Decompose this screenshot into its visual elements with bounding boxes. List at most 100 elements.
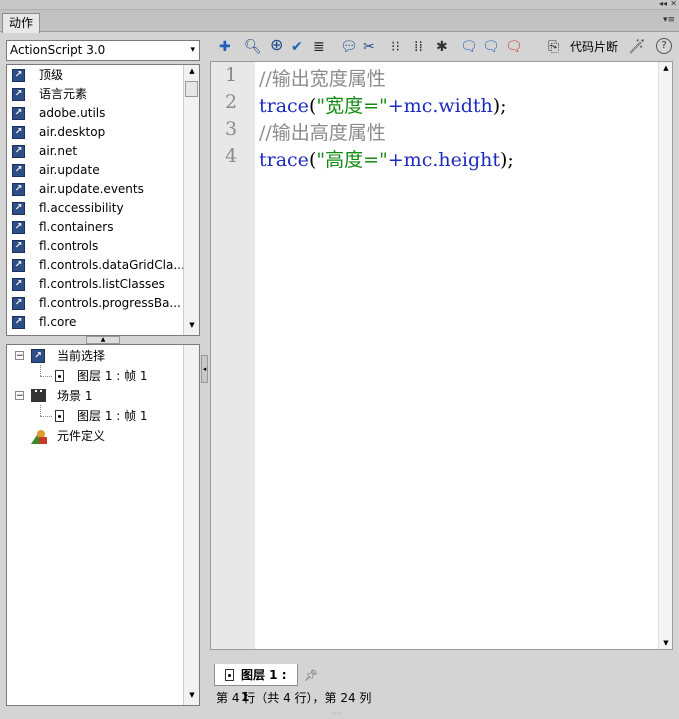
- code-line[interactable]: //输出高度属性: [259, 118, 386, 145]
- navigator-scrollbar[interactable]: ▼: [183, 345, 199, 705]
- toolbox-item-label: fl.accessibility: [39, 201, 124, 215]
- toolbox-item[interactable]: ↗ air.update: [7, 161, 183, 180]
- line-number-gutter: 1 2 3 4: [211, 62, 255, 649]
- panel-menu-icon[interactable]: ▾≡: [663, 15, 675, 25]
- apply-block-comment-icon[interactable]: 🗨︎: [460, 39, 478, 55]
- toolbox-item[interactable]: ↗ fl.controls: [7, 237, 183, 256]
- tree-item-current-selection[interactable]: 当前选择: [57, 346, 105, 366]
- line-number: 4: [225, 145, 238, 167]
- scroll-up-arrow-icon[interactable]: ▲: [184, 67, 199, 79]
- code-token: //输出高度属性: [259, 122, 386, 144]
- editor-scrollbar[interactable]: ▲ ▼: [658, 62, 672, 649]
- frame-icon: [55, 370, 64, 382]
- toolbox-scrollbar[interactable]: ▲ ▼: [183, 65, 199, 335]
- add-item-icon[interactable]: ✚: [219, 39, 231, 55]
- tree-item-scene[interactable]: 场景 1: [57, 386, 92, 406]
- package-book-icon: ↗: [12, 69, 25, 82]
- toolbox-item[interactable]: ↗ fl.core: [7, 313, 183, 332]
- resize-grip[interactable]: ⋯⋯: [330, 711, 350, 717]
- tab-actions[interactable]: 动作: [2, 13, 40, 33]
- script-editor[interactable]: 1 2 3 4 //输出宽度属性 trace("宽度="+mc.width); //输出高…: [210, 61, 673, 650]
- script-tab-row: 图层 1 : 1 📌︎: [210, 650, 673, 704]
- tree-collapse-toggle[interactable]: −: [15, 351, 24, 361]
- toolbox-item-label: fl.controls: [39, 239, 99, 253]
- tree-item-scene-frame[interactable]: 图层 1 : 帧 1: [77, 406, 148, 426]
- auto-format-icon[interactable]: ≣: [313, 39, 325, 55]
- check-syntax-icon[interactable]: ✔: [291, 39, 303, 55]
- code-token: );: [492, 95, 507, 117]
- actions-toolbar: ✚ 🔍︎ ⊕ ✔ ≣ 💬︎ ✂ ⁝⁝ ⁞⁞ ✱ 🗨︎ 🗨︎ 🗨︎ ⎘ 代码片断 …: [208, 33, 679, 61]
- toolbox-item[interactable]: ↗ fl.accessibility: [7, 199, 183, 218]
- code-snippets-icon[interactable]: ⎘: [548, 39, 559, 55]
- code-line[interactable]: trace("宽度="+mc.width);: [259, 91, 507, 118]
- toolbox-item-label: air.net: [39, 144, 78, 158]
- debug-options-icon[interactable]: ✂: [363, 39, 375, 55]
- find-icon[interactable]: 🔍︎: [244, 39, 262, 55]
- toolbox-item[interactable]: ↗ air.desktop: [7, 123, 183, 142]
- script-assist-wand-icon[interactable]: 🪄︎: [628, 39, 646, 55]
- close-panel-icon[interactable]: ✕: [670, 0, 677, 8]
- toolbox-item[interactable]: ↗ fl.controls.dataGridCla...: [7, 256, 183, 275]
- scene-clapper-icon: [31, 389, 46, 402]
- toolbox-scroll-thumb[interactable]: [185, 81, 198, 97]
- apply-line-comment-icon[interactable]: 🗨︎: [482, 39, 500, 55]
- code-snippets-button[interactable]: 代码片断: [570, 39, 618, 55]
- package-book-icon: ↗: [12, 145, 25, 158]
- toolbox-item[interactable]: ↗ fl.containers: [7, 218, 183, 237]
- panel-title-bar: ◂◂ ✕: [0, 0, 679, 10]
- collapse-left-pane-icon[interactable]: ◂: [201, 355, 208, 383]
- scroll-up-arrow-icon[interactable]: ▲: [659, 64, 672, 72]
- toolbox-item-label: 顶级: [39, 68, 64, 82]
- expand-all-icon[interactable]: ✱: [436, 39, 448, 55]
- scroll-down-arrow-icon[interactable]: ▼: [184, 691, 199, 703]
- package-book-icon: ↗: [12, 164, 25, 177]
- package-book-icon: ↗: [12, 278, 25, 291]
- package-book-icon: ↗: [12, 126, 25, 139]
- code-token: //输出宽度属性: [259, 68, 386, 90]
- collapse-selection-icon[interactable]: ⁞⁞: [414, 39, 423, 55]
- tab-layer-1-frame-1[interactable]: 图层 1 : 1: [214, 664, 298, 704]
- frame-icon: [55, 410, 64, 422]
- toolbox-item[interactable]: ↗ fl.controls.progressBa...: [7, 294, 183, 313]
- toolbox-item[interactable]: ↗ air.net: [7, 142, 183, 161]
- tree-item-current-frame[interactable]: 图层 1 : 帧 1: [77, 366, 148, 386]
- code-token: "宽度=": [316, 95, 388, 117]
- line-number: 1: [225, 64, 238, 86]
- version-select-value: ActionScript 3.0: [10, 43, 106, 57]
- scroll-down-arrow-icon[interactable]: ▼: [184, 321, 199, 333]
- code-token: "高度=": [316, 149, 388, 171]
- line-number: 2: [225, 91, 238, 113]
- collapse-panel-icon[interactable]: ◂◂: [659, 0, 667, 8]
- pane-split-handle[interactable]: ▲: [86, 336, 120, 344]
- package-book-icon: ↗: [12, 221, 25, 234]
- show-code-hint-icon[interactable]: 💬︎: [340, 39, 358, 55]
- tree-item-symbol-definitions[interactable]: 元件定义: [57, 426, 105, 446]
- remove-comment-icon[interactable]: 🗨︎: [505, 39, 523, 55]
- toolbox-item[interactable]: ↗ 语言元素: [7, 85, 183, 104]
- insert-target-path-icon[interactable]: ⊕: [270, 37, 283, 53]
- scroll-down-arrow-icon[interactable]: ▼: [659, 639, 672, 647]
- cursor-position-status: 第 4 行（共 4 行），第 24 列: [216, 691, 372, 705]
- code-line[interactable]: trace("高度="+mc.height);: [259, 145, 514, 172]
- package-book-icon: ↗: [12, 183, 25, 196]
- toolbox-item-label: fl.controls.progressBa...: [39, 296, 181, 310]
- script-navigator: − ↗ 当前选择 图层 1 : 帧 1 − 场景 1 图层 1 : 帧 1 元件…: [6, 344, 200, 706]
- code-line[interactable]: //输出宽度属性: [259, 64, 386, 91]
- current-selection-icon: ↗: [31, 349, 45, 363]
- package-book-icon: ↗: [12, 202, 25, 215]
- toolbox-item[interactable]: ↗ adobe.utils: [7, 104, 183, 123]
- toolbox-item-label: air.update: [39, 163, 100, 177]
- code-token: );: [499, 149, 514, 171]
- toolbox-item[interactable]: ↗ fl.controls.listClasses: [7, 275, 183, 294]
- panel-tab-row: 动作 ▾≡: [0, 10, 679, 33]
- toolbox-item[interactable]: ↗ 顶级: [7, 66, 183, 85]
- collapse-between-braces-icon[interactable]: ⁝⁝: [391, 39, 400, 55]
- toolbox-item[interactable]: ↗ air.update.events: [7, 180, 183, 199]
- help-icon[interactable]: ?: [656, 38, 672, 54]
- pin-script-icon[interactable]: 📌︎: [304, 669, 318, 682]
- actionscript-version-select[interactable]: ActionScript 3.0 ▾: [6, 40, 200, 61]
- actions-toolbox-list: ↗ 顶级 ↗ 语言元素 ↗ adobe.utils ↗ air.desktop ↗ air.net…: [6, 64, 200, 336]
- package-book-icon: ↗: [12, 316, 25, 329]
- tree-collapse-toggle[interactable]: −: [15, 391, 24, 401]
- toolbox-item-label: air.desktop: [39, 125, 106, 139]
